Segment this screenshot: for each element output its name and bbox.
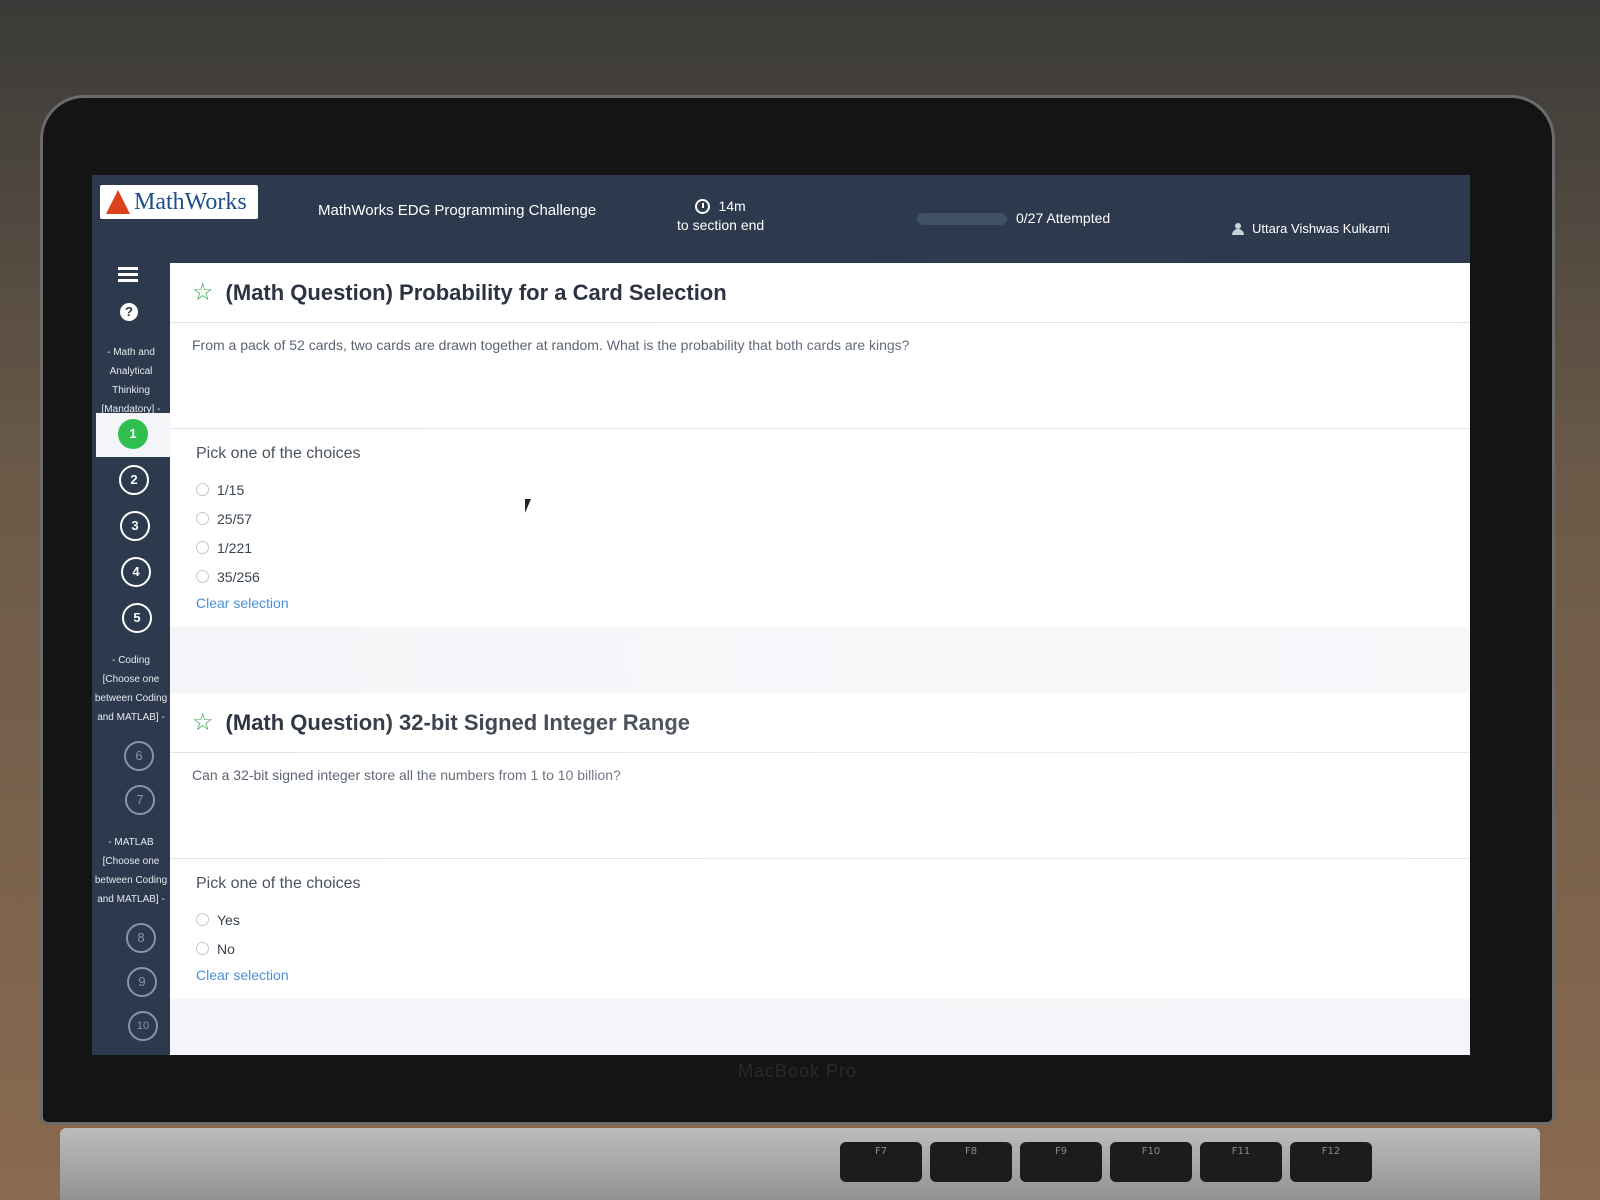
fn-key: F11: [1200, 1142, 1282, 1182]
question-nav-9[interactable]: 9: [127, 967, 157, 997]
question-title: (Math Question) 32-bit Signed Integer Ra…: [225, 709, 690, 735]
question-nav-5[interactable]: 5: [122, 603, 152, 633]
choice-option[interactable]: 1/221: [196, 533, 1444, 562]
menu-icon[interactable]: [118, 267, 138, 283]
question-card-2: ☆ (Math Question) 32-bit Signed Integer …: [170, 693, 1470, 999]
fn-key: F7: [840, 1142, 922, 1182]
user-menu[interactable]: Uttara Vishwas Kulkarni: [1232, 221, 1390, 236]
user-name: Uttara Vishwas Kulkarni: [1252, 221, 1390, 236]
pick-label: Pick one of the choices: [196, 445, 361, 462]
fn-key: F10: [1110, 1142, 1192, 1182]
choice-label: 25/57: [217, 510, 253, 527]
radio-button[interactable]: [196, 483, 209, 496]
choice-option[interactable]: No: [196, 934, 1444, 963]
choice-label: 1/221: [217, 539, 253, 556]
user-icon: [1232, 222, 1244, 235]
pick-label: Pick one of the choices: [196, 875, 361, 892]
screen: MathWorks MathWorks EDG Programming Chal…: [92, 175, 1470, 1055]
question-nav-6[interactable]: 6: [124, 741, 154, 771]
bookmark-star-icon[interactable]: ☆: [192, 710, 214, 735]
bookmark-star-icon[interactable]: ☆: [192, 280, 214, 305]
radio-button[interactable]: [196, 570, 209, 583]
choice-option[interactable]: Yes: [196, 905, 1444, 934]
clear-selection-link[interactable]: Clear selection: [196, 967, 1444, 983]
question-nav-8[interactable]: 8: [126, 923, 156, 953]
radio-button[interactable]: [196, 913, 209, 926]
section-timer: 14m to section end: [677, 197, 764, 235]
question-card-1: ☆ (Math Question) Probability for a Card…: [170, 263, 1470, 627]
question-header: ☆ (Math Question) 32-bit Signed Integer …: [170, 693, 1470, 753]
timer-value: 14m: [718, 198, 746, 214]
bezel-label: MacBook Pro: [737, 1061, 858, 1081]
clock-icon: [695, 199, 711, 214]
membrane-logo-icon: [106, 190, 130, 214]
choice-group: Pick one of the choices 1/15 25/57 1/221…: [170, 429, 1470, 627]
question-sidebar: ? - Math and Analytical Thinking [Mandat…: [92, 263, 170, 1055]
question-nav-3[interactable]: 3: [120, 511, 150, 541]
help-icon[interactable]: ?: [120, 303, 138, 321]
timer-caption: to section end: [677, 217, 765, 233]
fn-key: F9: [1020, 1142, 1102, 1182]
choice-label: Yes: [217, 911, 240, 928]
top-bar: MathWorks MathWorks EDG Programming Chal…: [92, 175, 1470, 263]
question-nav-2[interactable]: 2: [119, 465, 149, 495]
question-title: (Math Question) Probability for a Card S…: [225, 279, 727, 305]
question-content: ☆ (Math Question) Probability for a Card…: [170, 263, 1470, 1055]
question-nav-4[interactable]: 4: [121, 557, 151, 587]
section-label-matlab: - MATLAB [Choose one between Coding and …: [94, 837, 168, 905]
question-header: ☆ (Math Question) Probability for a Card…: [170, 263, 1470, 323]
choice-option[interactable]: 1/15: [196, 475, 1444, 504]
question-body: Can a 32-bit signed integer store all th…: [170, 753, 1470, 859]
section-label-math: - Math and Analytical Thinking [Mandator…: [101, 347, 161, 415]
attempt-progress-bar: [917, 213, 1007, 225]
mouse-cursor-icon: [525, 499, 531, 513]
choice-label: No: [217, 940, 235, 957]
radio-button[interactable]: [196, 512, 209, 525]
choice-label: 1/15: [217, 481, 245, 498]
clear-selection-link[interactable]: Clear selection: [196, 595, 1444, 611]
choice-group: Pick one of the choices Yes No Clear sel…: [170, 859, 1470, 999]
mathworks-logo[interactable]: MathWorks: [100, 185, 258, 219]
question-body: From a pack of 52 cards, two cards are d…: [170, 323, 1470, 429]
fn-key: F12: [1290, 1142, 1372, 1182]
radio-button[interactable]: [196, 541, 209, 554]
app-title: MathWorks EDG Programming Challenge: [318, 202, 597, 219]
question-nav-1[interactable]: 1: [118, 419, 148, 449]
attempted-count: 0/27 Attempted: [1016, 210, 1111, 226]
question-nav-7[interactable]: 7: [125, 785, 155, 815]
choice-option[interactable]: 25/57: [196, 504, 1444, 533]
section-label-coding: - Coding [Choose one between Coding and …: [94, 655, 168, 723]
logo-text: MathWorks: [134, 188, 247, 215]
radio-button[interactable]: [196, 942, 209, 955]
fn-key: F8: [930, 1142, 1012, 1182]
question-nav-10[interactable]: 10: [128, 1011, 158, 1041]
choice-label: 35/256: [217, 568, 260, 585]
choice-option[interactable]: 35/256: [196, 562, 1444, 591]
